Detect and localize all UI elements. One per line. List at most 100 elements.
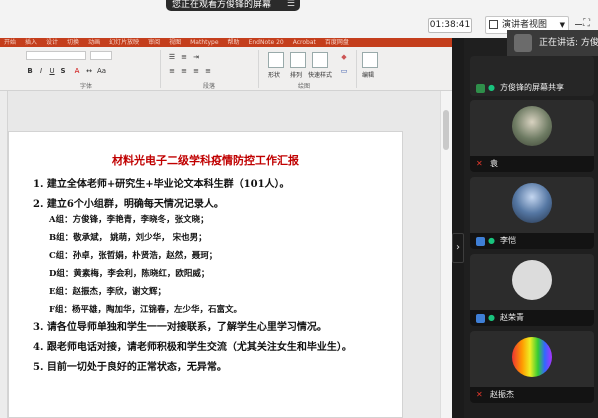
user-icon bbox=[476, 314, 485, 323]
group-line: D组：黄素梅，李会利，陈晓红，欧阳威； bbox=[49, 269, 210, 279]
collapse-panel-button[interactable]: › bbox=[452, 233, 464, 263]
avatar bbox=[512, 106, 552, 146]
share-banner-text: 您正在观看方俊锋的屏幕 bbox=[172, 0, 272, 10]
participant-tile[interactable]: ✕ 赵振杰 bbox=[470, 331, 594, 403]
avatar bbox=[512, 337, 552, 377]
ribbon-divider bbox=[258, 50, 259, 88]
view-mode-label: 演讲者视图 bbox=[502, 20, 548, 30]
scrollbar-thumb[interactable] bbox=[443, 110, 449, 150]
change-case-icon[interactable]: Aa bbox=[97, 67, 106, 75]
ribbon-tab[interactable]: 切换 bbox=[67, 38, 79, 47]
default-avatar-icon bbox=[512, 260, 552, 300]
ribbon-divider bbox=[160, 50, 161, 88]
ribbon-tab-strip: 开始 插入 设计 切换 动画 幻灯片放映 审阅 视图 Mathtype 帮助 E… bbox=[0, 38, 452, 47]
editing-icon[interactable] bbox=[362, 52, 378, 68]
group-line: A组：方俊锋，李艳青，李晓冬，张文晓； bbox=[49, 215, 209, 225]
ribbon-tab[interactable]: 设计 bbox=[46, 38, 58, 47]
ribbon-tab[interactable]: 视图 bbox=[169, 38, 181, 47]
arrange-label: 排列 bbox=[290, 72, 303, 79]
quick-styles-icon[interactable] bbox=[312, 52, 328, 68]
mic-muted-icon: ✕ bbox=[476, 159, 483, 168]
meeting-window: { "share_banner": { "text": "您正在观看方俊锋的屏幕… bbox=[0, 0, 598, 418]
ppt-ribbon: 开始 插入 设计 切换 动画 幻灯片放映 审阅 视图 Mathtype 帮助 E… bbox=[0, 38, 452, 91]
report-item: 3. 请各位导师单独和学生一一对接联系，了解学生心里学习情况。 bbox=[33, 322, 327, 333]
font-name-box[interactable] bbox=[26, 51, 86, 60]
report-item: 4. 跟老师电话对接，请老师积极和学生交流（尤其关注女生和毕业生）。 bbox=[33, 342, 352, 353]
participant-tile[interactable]: ● 方俊锋的屏幕共享 bbox=[470, 56, 594, 96]
report-item: 1. 建立全体老师+研究生+毕业论文本科生群（101人）。 bbox=[33, 179, 290, 190]
tile-caption: ✕ 袁 bbox=[470, 156, 594, 172]
font-color-icon[interactable]: A bbox=[73, 67, 81, 75]
italic-icon[interactable]: I bbox=[37, 67, 45, 75]
meeting-timer: 01:38:41 bbox=[428, 18, 472, 33]
participant-name: 李恺 bbox=[500, 236, 516, 245]
participant-name: 赵振杰 bbox=[490, 390, 514, 399]
group-line: B组：敬承斌， 姚萌，刘少华， 宋也男； bbox=[49, 233, 207, 243]
ribbon-tab[interactable]: 动画 bbox=[88, 38, 100, 47]
vertical-ruler bbox=[0, 91, 8, 418]
ribbon-tab[interactable]: 幻灯片放映 bbox=[109, 38, 139, 47]
ribbon-group-label: 绘图 bbox=[298, 83, 311, 90]
participant-name: 赵荣青 bbox=[500, 313, 524, 322]
tile-caption: ● 李恺 bbox=[470, 233, 594, 249]
speaker-tooltip-text: 正在讲话: 方俊 bbox=[539, 38, 598, 48]
mic-muted-icon: ✕ bbox=[476, 390, 483, 399]
document-title: 材料光电子二级学科疫情防控工作汇报 bbox=[112, 154, 299, 167]
justify-icon[interactable]: ≡ bbox=[204, 67, 212, 75]
font-size-box[interactable] bbox=[90, 51, 112, 60]
participant-name: 方俊锋的屏幕共享 bbox=[500, 83, 564, 92]
ribbon-tab[interactable]: Mathtype bbox=[190, 38, 218, 47]
ribbon-divider bbox=[356, 50, 357, 88]
bold-icon[interactable]: B bbox=[26, 67, 34, 75]
shape-fill-icon[interactable]: ◆ bbox=[340, 53, 348, 61]
banner-close-icon[interactable]: ☰ bbox=[287, 0, 295, 10]
indent-icon[interactable]: ⇥ bbox=[192, 53, 200, 61]
ribbon-group-label: 段落 bbox=[203, 83, 216, 90]
minimize-icon[interactable] bbox=[575, 24, 582, 25]
tile-caption: ● 方俊锋的屏幕共享 bbox=[470, 80, 594, 96]
ribbon-tab[interactable]: 百度网盘 bbox=[325, 38, 349, 47]
editing-label: 编辑 bbox=[362, 72, 375, 79]
align-left-icon[interactable]: ≡ bbox=[168, 67, 176, 75]
ribbon-tab[interactable]: 帮助 bbox=[228, 38, 240, 47]
tile-caption: ✕ 赵振杰 bbox=[470, 387, 594, 403]
fullscreen-icon[interactable]: ⛶ bbox=[583, 18, 594, 29]
ribbon-tab[interactable]: EndNote 20 bbox=[249, 38, 284, 47]
participant-tile[interactable]: ● 李恺 bbox=[470, 177, 594, 249]
quick-styles-label: 快速样式 bbox=[308, 72, 333, 79]
report-item: 5. 目前一切处于良好的正常状态，无异常。 bbox=[33, 362, 227, 373]
group-line: F组：杨平雄，陶加华，江锦春，左少华，石富文。 bbox=[49, 305, 243, 315]
mic-on-icon: ● bbox=[488, 313, 495, 322]
group-line: E组：赵振杰，李欣，谢文辉； bbox=[49, 287, 166, 297]
bullets-icon[interactable]: ☰ bbox=[168, 53, 176, 61]
participant-tile[interactable]: ✕ 袁 bbox=[470, 100, 594, 172]
ribbon-group-label: 字体 bbox=[80, 83, 93, 90]
participant-name: 袁 bbox=[490, 159, 498, 168]
ribbon-tab[interactable]: 开始 bbox=[4, 38, 16, 47]
participant-tile[interactable]: ● 赵荣青 bbox=[470, 254, 594, 326]
shadow-icon[interactable]: S bbox=[59, 67, 67, 75]
ribbon-tab[interactable]: 插入 bbox=[25, 38, 37, 47]
underline-icon[interactable]: U bbox=[48, 67, 56, 75]
shapes-icon[interactable] bbox=[268, 52, 284, 68]
arrange-icon[interactable] bbox=[290, 52, 306, 68]
grid-view-icon bbox=[489, 20, 498, 29]
mic-on-icon: ● bbox=[488, 236, 495, 245]
shapes-label: 形状 bbox=[268, 72, 281, 79]
group-line: C组：孙卓，张哲娟，朴贤浩，赵然，聂珂； bbox=[49, 251, 218, 261]
user-icon bbox=[476, 237, 485, 246]
ribbon-tab[interactable]: 审阅 bbox=[148, 38, 160, 47]
align-right-icon[interactable]: ≡ bbox=[192, 67, 200, 75]
shape-outline-icon[interactable]: ▭ bbox=[340, 67, 348, 75]
report-item: 2. 建立6个小组群，明确每天情况记录人。 bbox=[33, 199, 224, 210]
align-center-icon[interactable]: ≡ bbox=[180, 67, 188, 75]
screen-share-icon bbox=[476, 84, 485, 93]
screen-share-banner: 您正在观看方俊锋的屏幕 ☰ bbox=[166, 0, 300, 11]
char-spacing-icon[interactable]: ↔ bbox=[85, 67, 93, 75]
ribbon-tab[interactable]: Acrobat bbox=[293, 38, 316, 47]
numbering-icon[interactable]: ≡ bbox=[180, 53, 188, 61]
avatar bbox=[512, 183, 552, 223]
speaker-avatar bbox=[514, 34, 532, 52]
mic-on-icon: ● bbox=[488, 83, 495, 92]
tile-caption: ● 赵荣青 bbox=[470, 310, 594, 326]
